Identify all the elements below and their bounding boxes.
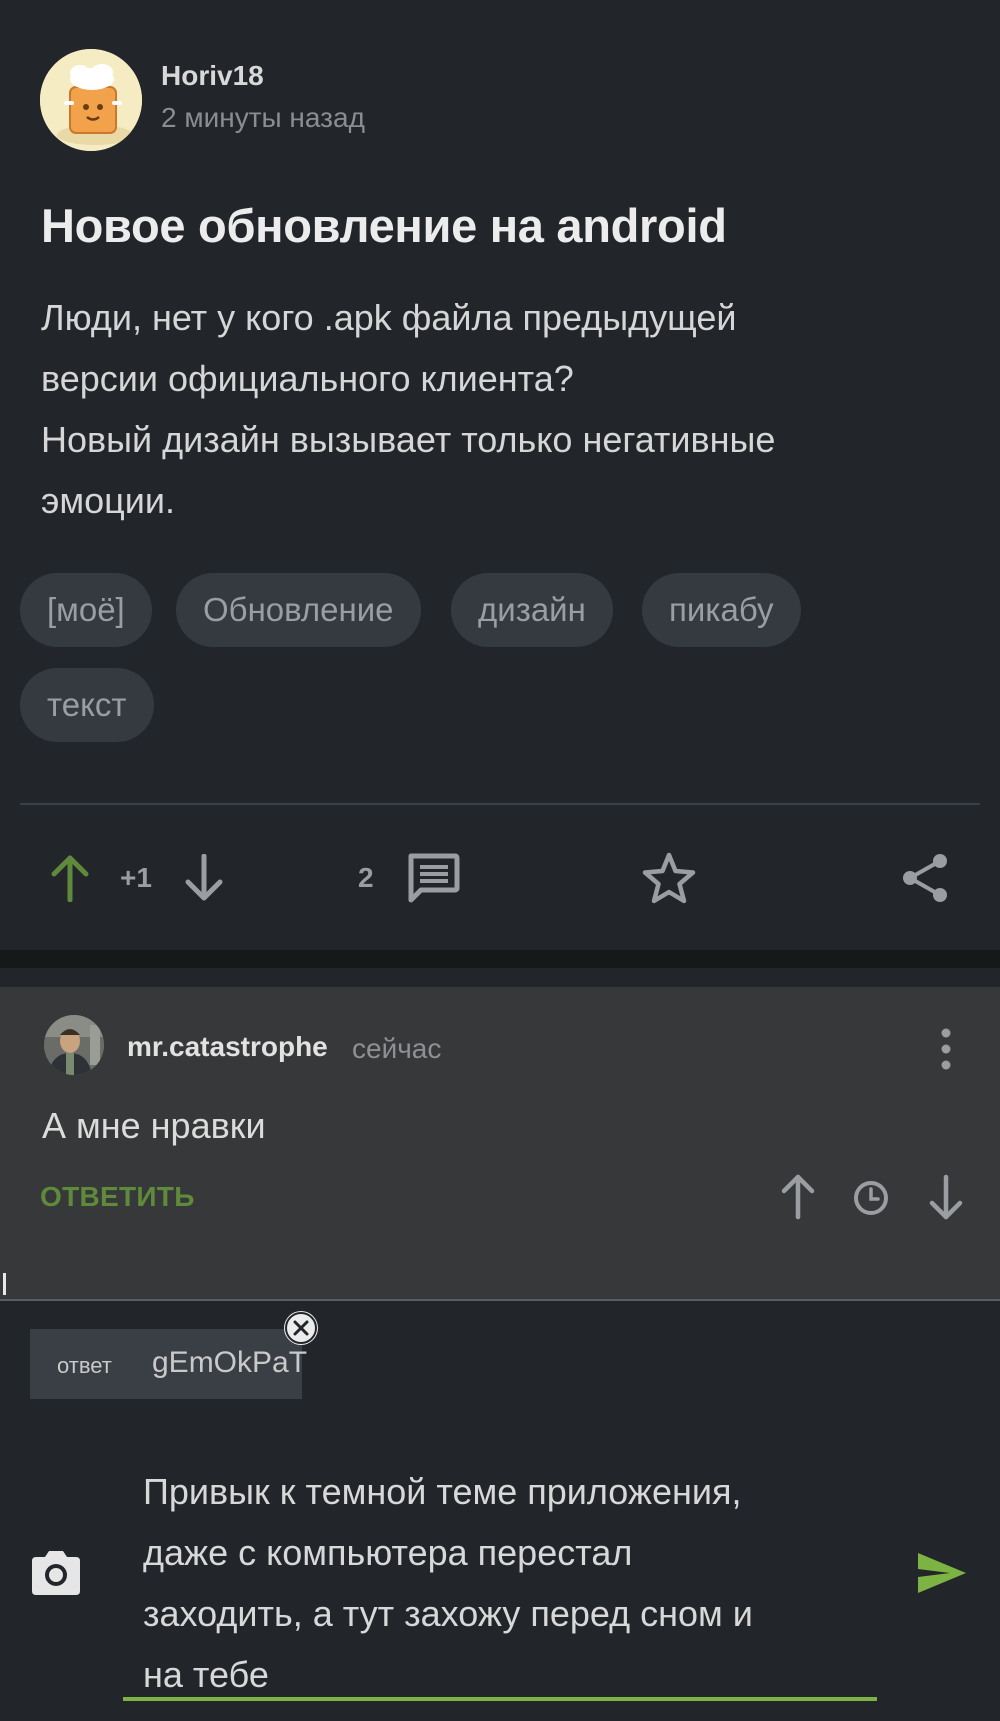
commenter-avatar[interactable]: [44, 1015, 104, 1075]
more-vertical-icon[interactable]: [930, 1027, 962, 1076]
comment-icon[interactable]: [405, 850, 461, 911]
tag-design[interactable]: дизайн: [451, 573, 613, 647]
star-icon[interactable]: [640, 850, 698, 913]
tag-moe[interactable]: [моё]: [20, 573, 152, 647]
arrow-down-icon[interactable]: [182, 853, 226, 907]
post-title[interactable]: Новое обновление на android: [41, 198, 727, 253]
tag-text[interactable]: текст: [20, 668, 154, 742]
comment-item: mr.catastrophe сейчас А мне нравки ОТВЕТ…: [0, 987, 1000, 1299]
send-icon[interactable]: [916, 1551, 968, 1600]
share-icon[interactable]: [898, 850, 954, 911]
tag-update[interactable]: Обновление: [176, 573, 421, 647]
reply-prefix: ответ: [57, 1353, 112, 1378]
commenter-photo: [44, 1015, 104, 1075]
comment-composer: ответ gEmOkPaT Привык к темной теме прил…: [0, 1299, 1000, 1721]
clock-icon[interactable]: [852, 1179, 890, 1222]
post-author[interactable]: Horiv18: [161, 60, 264, 92]
comment-upvote-icon[interactable]: [778, 1173, 818, 1226]
comment-text: А мне нравки: [42, 1105, 266, 1146]
close-icon[interactable]: [284, 1311, 318, 1345]
post-rating: +1: [120, 862, 152, 893]
comment-timestamp: сейчас: [352, 1033, 442, 1064]
comments-count: 2: [358, 862, 374, 893]
comment-input[interactable]: Привык к темной теме приложения, даже с …: [143, 1461, 863, 1705]
post-timestamp: 2 минуты назад: [161, 102, 365, 133]
post-card: Horiv18 2 минуты назад Новое обновление …: [0, 0, 1000, 950]
section-separator: [0, 950, 1000, 968]
reply-target-chip: ответ gEmOkPaT: [30, 1329, 307, 1399]
reply-button[interactable]: ОТВЕТИТЬ: [40, 1181, 195, 1213]
avatar-image: [40, 49, 142, 151]
tag-pikabu[interactable]: пикабу: [642, 573, 801, 647]
comment-author[interactable]: mr.catastrophe: [127, 1031, 328, 1063]
comment-downvote-icon[interactable]: [926, 1173, 966, 1226]
scroll-indicator: [3, 1273, 6, 1295]
post-body: Люди, нет у кого .apk файла предыдущей в…: [41, 297, 776, 521]
post-divider: [20, 803, 980, 805]
reply-target-user: gEmOkPaT: [152, 1346, 308, 1379]
author-avatar[interactable]: [40, 49, 142, 151]
arrow-up-icon[interactable]: [48, 854, 92, 907]
post-actions: +1 2: [0, 840, 1000, 920]
camera-icon[interactable]: [28, 1547, 84, 1604]
input-underline: [123, 1697, 877, 1701]
